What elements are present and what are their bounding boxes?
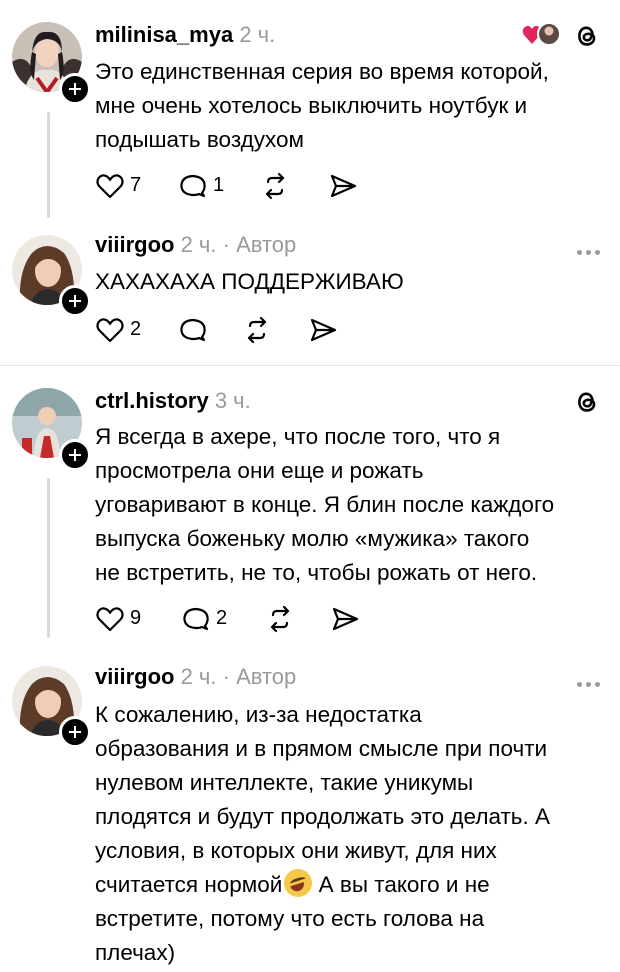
post-actions: 2 (95, 314, 395, 344)
share-button[interactable] (330, 603, 362, 633)
thread-line (47, 112, 50, 218)
like-button[interactable]: 7 (95, 170, 155, 200)
thread-line (47, 478, 50, 638)
like-count: 7 (130, 174, 142, 196)
send-icon (310, 318, 337, 342)
share-button[interactable] (308, 314, 340, 344)
send-icon (330, 174, 357, 198)
text-line: К сожалению, из-за недостатка (95, 702, 422, 727)
repost-icon (265, 172, 285, 200)
follow-plus-icon[interactable] (59, 716, 91, 748)
reply-button[interactable]: 2 (181, 603, 241, 633)
threads-icon[interactable] (572, 387, 602, 417)
send-icon (332, 607, 359, 631)
post-header: milinisa_mya 2 ч. (95, 22, 275, 48)
text-line: подышать воздухом (95, 127, 304, 152)
repost-icon (270, 605, 290, 633)
heart-icon (96, 607, 124, 632)
post-text: Это единственная серия во время которой,… (95, 55, 600, 157)
text-line: плодятся и будут продолжать это делать. … (95, 804, 551, 829)
follow-plus-icon[interactable] (59, 73, 91, 105)
share-button[interactable] (328, 170, 360, 200)
repost-button[interactable] (242, 314, 274, 344)
author-tag: · Автор (222, 664, 297, 689)
text-line: не встретить, не то, чтобы рожать от нег… (95, 560, 538, 585)
rofl-emoji-icon (284, 869, 313, 897)
reply-count: 1 (213, 174, 225, 196)
username[interactable]: viiirgoo (95, 664, 174, 689)
liked-by-author-badge (522, 22, 562, 48)
reply-icon (183, 607, 209, 631)
more-icon[interactable] (573, 242, 600, 260)
reply-count: 2 (216, 607, 228, 629)
reply-icon (180, 174, 206, 198)
post-milinisa: milinisa_mya 2 ч. Это единственная серия… (0, 0, 620, 230)
username[interactable]: viiirgoo (95, 232, 174, 257)
threads-icon[interactable] (572, 21, 602, 51)
reply-button[interactable]: 1 (178, 170, 238, 200)
text-line: Это единственная серия во время которой, (95, 59, 549, 84)
heart-icon (96, 318, 124, 343)
text-line: считается нормой А вы такого и не (95, 868, 600, 902)
text-line: встретите, потому что есть голова на (95, 906, 485, 931)
text-line: просмотрела они еще и рожать (95, 458, 424, 483)
username[interactable]: milinisa_mya (95, 22, 233, 47)
post-text: ХАХАХАХА ПОДДЕРЖИВАЮ (95, 265, 600, 299)
repost-button[interactable] (265, 603, 297, 633)
post-text: К сожалению, из-за недостатка образовани… (95, 698, 600, 970)
like-button[interactable]: 2 (95, 314, 155, 344)
post-header: viiirgoo 2 ч. · Автор (95, 664, 296, 690)
text-line: ХАХАХАХА ПОДДЕРЖИВАЮ (95, 269, 404, 294)
text-line: уговаривают в конце. Я блин после каждог… (95, 492, 555, 517)
follow-plus-icon[interactable] (59, 285, 91, 317)
timestamp: 2 ч. (180, 664, 217, 689)
more-icon[interactable] (573, 674, 600, 692)
text-line: образования и в прямом смысле при почти (95, 736, 548, 761)
post-actions: 9 2 (95, 603, 395, 633)
reply-icon (180, 318, 206, 342)
like-count: 2 (130, 318, 142, 340)
post-header: ctrl.history 3 ч. (95, 388, 251, 414)
text-line: условия, в которых они живут, для них (95, 838, 497, 863)
timestamp: 2 ч. (239, 22, 276, 47)
post-ctrl-history: ctrl.history 3 ч. Я всегда в ахере, что … (0, 366, 620, 646)
text-segment: считается нормой (95, 872, 283, 897)
timestamp: 2 ч. (180, 232, 217, 257)
text-line: мне очень хотелось выключить ноутбук и (95, 93, 528, 118)
repost-button[interactable] (260, 170, 292, 200)
text-segment: А вы такого и не (312, 872, 490, 897)
post-text: Я всегда в ахере, что после того, что я … (95, 420, 600, 590)
repost-icon (247, 316, 267, 344)
username[interactable]: ctrl.history (95, 388, 209, 413)
text-line: плечах) (95, 940, 176, 965)
like-count: 9 (130, 607, 142, 629)
post-viiirgoo-reply: viiirgoo 2 ч. · Автор ХАХАХАХА ПОДДЕРЖИВ… (0, 230, 620, 365)
timestamp: 3 ч. (214, 388, 251, 413)
text-line: выпуска боженьку молю «мужика» такого (95, 526, 530, 551)
post-viiirgoo-reply-2: viiirgoo 2 ч. · Автор К сожалению, из-за… (0, 646, 620, 972)
heart-icon (96, 174, 124, 199)
text-line: нулевом интеллекте, такие уникумы (95, 770, 474, 795)
author-tag: · Автор (222, 232, 297, 257)
follow-plus-icon[interactable] (59, 439, 91, 471)
text-line: Я всегда в ахере, что после того, что я (95, 424, 501, 449)
like-button[interactable]: 9 (95, 603, 155, 633)
post-header: viiirgoo 2 ч. · Автор (95, 232, 296, 258)
reply-button[interactable] (178, 314, 218, 344)
post-actions: 7 1 (95, 170, 395, 200)
